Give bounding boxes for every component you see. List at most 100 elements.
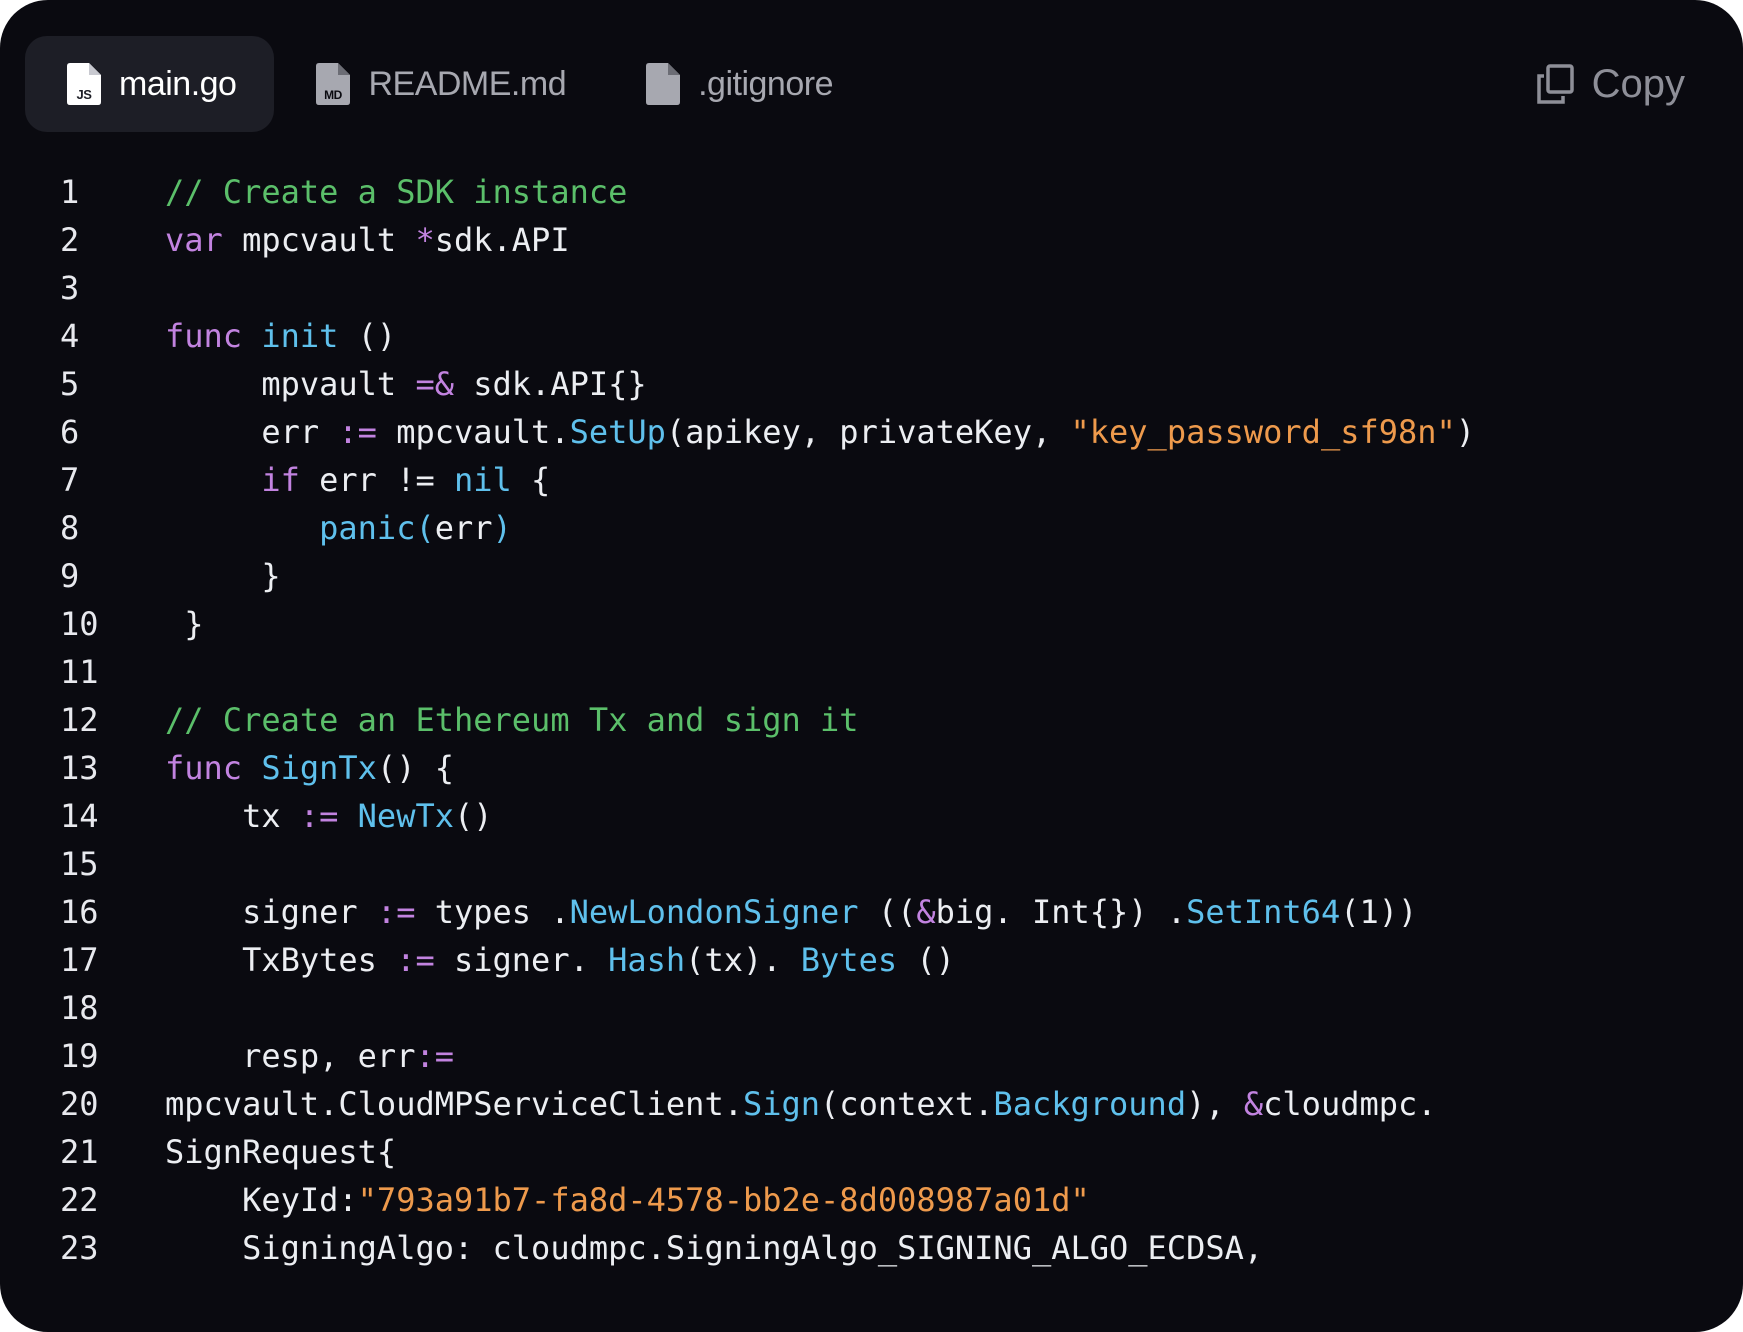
code-token: := xyxy=(376,893,416,931)
code-token: := xyxy=(338,413,377,451)
line-number: 10 xyxy=(60,605,99,643)
code-token: } xyxy=(184,605,204,643)
line-number: 11 xyxy=(60,653,99,691)
line-source: resp, err:= xyxy=(165,1032,454,1080)
code-token: types . xyxy=(415,893,570,931)
code-line: 21 SignRequest{ xyxy=(0,1128,1743,1176)
code-line: 22 KeyId:"793a91b7-fa8d-4578-bb2e-8d0089… xyxy=(0,1176,1743,1224)
line-source: signer := types .NewLondonSigner ((&big.… xyxy=(165,888,1417,936)
code-token: ) xyxy=(492,509,512,547)
tab-label: .gitignore xyxy=(698,64,833,103)
line-number: 17 xyxy=(60,941,99,979)
code-token: sdk.API xyxy=(434,221,570,259)
code-token: err xyxy=(261,413,339,451)
line-source: var mpcvault *sdk.API xyxy=(165,216,570,264)
line-source: // Create a SDK instance xyxy=(165,168,627,216)
code-line: 16 signer := types .NewLondonSigner ((&b… xyxy=(0,888,1743,936)
code-line: 6 err := mpcvault.SetUp(apikey, privateK… xyxy=(0,408,1743,456)
line-source: if err != nil { xyxy=(165,456,550,504)
tab-label: README.md xyxy=(368,64,567,103)
code-line: 15 xyxy=(0,840,1743,888)
file-icon xyxy=(646,63,681,105)
line-source: SignRequest{ xyxy=(165,1128,396,1176)
code-token: err xyxy=(434,509,493,547)
code-token: Bytes xyxy=(800,941,898,979)
line-number: 12 xyxy=(60,701,99,739)
line-source: func init () xyxy=(165,312,396,360)
code-token: * xyxy=(415,221,435,259)
code-token: cloudmpc. xyxy=(1263,1085,1437,1123)
line-number: 4 xyxy=(60,317,80,355)
code-token: NewTx xyxy=(357,797,454,835)
code-line: 13 func SignTx() { xyxy=(0,744,1743,792)
code-token: mpvault xyxy=(261,365,416,403)
code-token: init xyxy=(261,317,339,355)
line-number: 6 xyxy=(60,413,80,451)
code-token: mpcvault. xyxy=(376,413,570,451)
code-token: mpcvault.CloudMPServiceClient. xyxy=(165,1085,743,1123)
line-number: 1 xyxy=(60,173,80,211)
code-token: (1)) xyxy=(1340,893,1418,931)
line-number: 18 xyxy=(60,989,99,1027)
code-token: := xyxy=(415,1037,454,1075)
code-token: () xyxy=(338,317,397,355)
code-token: SignTx xyxy=(261,749,377,787)
code-token: func xyxy=(165,749,243,787)
code-token: NewLondonSigner xyxy=(569,893,859,931)
svg-text:MD: MD xyxy=(325,88,343,102)
code-line: 12 // Create an Ethereum Tx and sign it xyxy=(0,696,1743,744)
code-token: TxBytes xyxy=(242,941,397,979)
code-token: := xyxy=(299,797,339,835)
code-token: KeyId: xyxy=(242,1181,358,1219)
copy-button[interactable]: Copy xyxy=(1536,56,1685,112)
code-line: 7 if err != nil { xyxy=(0,456,1743,504)
tab-gitignore[interactable]: .gitignore xyxy=(604,36,871,132)
code-token: nil xyxy=(453,461,512,499)
tab-main-go[interactable]: JS main.go xyxy=(25,36,275,132)
code-token: & xyxy=(1243,1085,1264,1123)
code-token: tx xyxy=(242,797,300,835)
code-line: 2 var mpcvault *sdk.API xyxy=(0,216,1743,264)
line-source: err := mpcvault.SetUp(apikey, privateKey… xyxy=(165,408,1475,456)
line-source: } xyxy=(165,552,280,600)
code-line: 19 resp, err:= xyxy=(0,1032,1743,1080)
code-line: 23 SigningAlgo: cloudmpc.SigningAlgo_SIG… xyxy=(0,1224,1743,1272)
line-number: 14 xyxy=(60,797,99,835)
line-number: 8 xyxy=(60,509,80,547)
code-token: err != xyxy=(299,461,454,499)
code-token: panic( xyxy=(319,509,435,547)
code-token: "key_password_sf98n" xyxy=(1070,413,1456,451)
code-line: 9 } xyxy=(0,552,1743,600)
code-token: () { xyxy=(376,749,454,787)
svg-text:JS: JS xyxy=(77,87,93,102)
line-number: 13 xyxy=(60,749,99,787)
line-source: mpvault =& sdk.API{} xyxy=(165,360,646,408)
copy-icon xyxy=(1536,64,1574,104)
code-line: 10 } xyxy=(0,600,1743,648)
tab-readme-md[interactable]: MD README.md xyxy=(274,36,604,132)
line-number: 7 xyxy=(60,461,80,499)
code-token: () xyxy=(453,797,493,835)
line-number: 9 xyxy=(60,557,80,595)
line-number: 20 xyxy=(60,1085,99,1123)
code-token: mpcvault xyxy=(222,221,416,259)
code-line: 20 mpcvault.CloudMPServiceClient.Sign(con… xyxy=(0,1080,1743,1128)
line-number: 16 xyxy=(60,893,99,931)
code-editor[interactable]: 1 // Create a SDK instance 2 var mpcvault *… xyxy=(0,168,1743,1272)
md-file-icon: MD xyxy=(316,63,351,105)
code-token: signer xyxy=(242,893,377,931)
code-token: SigningAlgo: cloudmpc.SigningAlgo_SIGNIN… xyxy=(242,1229,1264,1267)
code-token: { xyxy=(511,461,551,499)
line-number: 21 xyxy=(60,1133,99,1171)
line-source: // Create an Ethereum Tx and sign it xyxy=(165,696,859,744)
code-token: =& xyxy=(415,365,454,403)
code-window: JS main.go MD README.md .gitignore Copy xyxy=(0,0,1743,1332)
